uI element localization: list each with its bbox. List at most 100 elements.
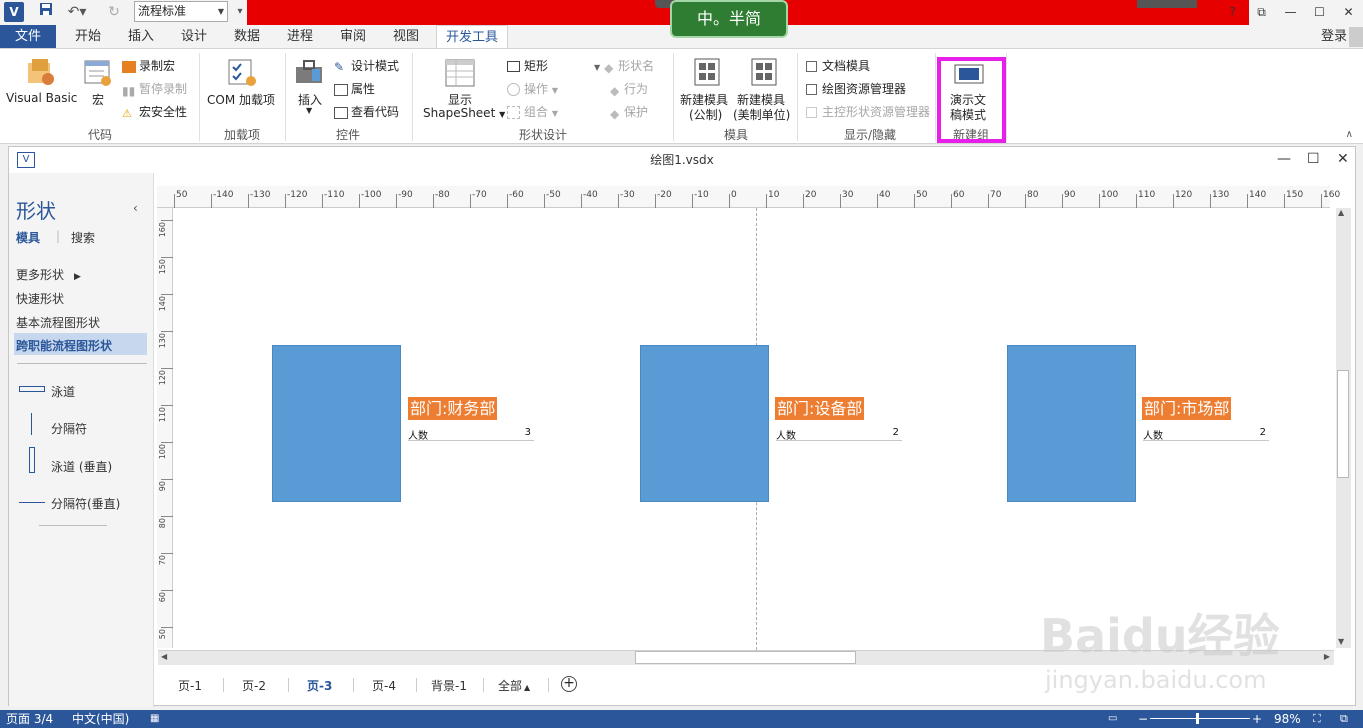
chevron-down-icon: ▼ <box>551 109 558 118</box>
horizontal-scroll-thumb[interactable] <box>635 651 856 664</box>
pause-icon: ▮▮ <box>122 83 136 98</box>
collapse-pane-icon[interactable]: ‹ <box>133 201 138 215</box>
tab-review[interactable]: 审阅 <box>331 25 375 49</box>
separator-icon <box>31 413 32 435</box>
ruler-tick-label: 20 <box>805 190 817 200</box>
shape-name-button[interactable]: ▼ ◆ 形状名 <box>594 57 654 75</box>
count-value: 2 <box>892 427 899 438</box>
add-page-icon[interactable]: + <box>561 676 577 692</box>
doc-close-button[interactable]: ✕ <box>1337 151 1349 167</box>
view-code-button[interactable]: 查看代码 <box>334 103 399 120</box>
record-macro-button[interactable]: 录制宏 <box>122 57 175 74</box>
scroll-up-icon[interactable]: ▲ <box>1338 208 1344 217</box>
all-pages-button[interactable]: 全部 ▲ <box>498 677 530 694</box>
group-shape-design-label: 形状设计 <box>518 128 567 142</box>
page-tab-4[interactable]: 页-4 <box>372 677 396 694</box>
tab-insert[interactable]: 插入 <box>119 25 163 49</box>
doc-stencil-checkbox[interactable]: 文档模具 <box>806 57 870 74</box>
doc-minimize-button[interactable]: — <box>1277 151 1291 167</box>
stencil-item-swimlane-vertical[interactable]: 泳道 (垂直) <box>51 458 112 475</box>
group-code-label: 代码 <box>87 128 112 142</box>
com-addins-button[interactable]: COM 加载项 <box>207 91 275 108</box>
help-button[interactable]: ? <box>1218 0 1247 25</box>
department-shape[interactable] <box>272 345 401 502</box>
chevron-up-icon: ▲ <box>524 683 531 692</box>
visio-app-icon[interactable]: V <box>4 2 24 22</box>
customize-quick-access-icon[interactable]: ▾ <box>233 2 247 22</box>
drawing-explorer-checkbox[interactable]: 绘图资源管理器 <box>806 80 906 97</box>
rectangle-button[interactable]: 矩形 <box>507 57 548 74</box>
pause-record-button[interactable]: ▮▮ 暂停录制 <box>122 80 187 98</box>
zoom-in-button[interactable]: + <box>1252 710 1262 728</box>
department-shape[interactable] <box>640 345 769 502</box>
tab-search[interactable]: 搜索 <box>71 229 95 246</box>
ruler-tick <box>285 194 286 208</box>
page-tab-3[interactable]: 页-3 <box>307 677 332 694</box>
tab-design[interactable]: 设计 <box>172 25 216 49</box>
tab-home[interactable]: 开始 <box>66 25 110 49</box>
more-shapes-item[interactable]: 更多形状 ▶ <box>16 266 81 283</box>
department-shape[interactable] <box>1007 345 1136 502</box>
macro-security-button[interactable]: ⚠ 宏安全性 <box>122 103 187 120</box>
zoom-slider-track[interactable] <box>1150 718 1250 719</box>
stencil-item-separator[interactable]: 分隔符 <box>51 420 87 437</box>
redo-icon[interactable]: ↻ <box>104 2 124 22</box>
zoom-out-button[interactable]: − <box>1138 710 1148 728</box>
group-icon <box>507 106 520 119</box>
page-indicator[interactable]: 页面 3/4 <box>6 710 53 728</box>
fit-page-icon[interactable]: ⛶ <box>1313 710 1321 728</box>
tab-data[interactable]: 数据 <box>225 25 269 49</box>
collapse-ribbon-icon[interactable]: ∧ <box>1346 129 1353 140</box>
protect-label: 保护 <box>624 105 649 119</box>
zoom-level[interactable]: 98% <box>1274 710 1301 728</box>
close-button[interactable]: ✕ <box>1334 0 1363 25</box>
operations-button[interactable]: 操作 ▼ <box>507 80 558 97</box>
cross-functional-item[interactable]: 跨职能流程图形状 <box>16 337 112 354</box>
ruler-tick-label: -120 <box>287 190 308 200</box>
tab-developer[interactable]: 开发工具 <box>436 25 508 49</box>
scroll-left-icon[interactable]: ◀ <box>161 652 167 661</box>
protect-button[interactable]: ◆ 保护 <box>610 103 649 121</box>
style-select[interactable]: 流程标准 ▼ <box>134 1 228 22</box>
master-explorer-checkbox[interactable]: 主控形状资源管理器 <box>806 103 930 120</box>
tab-stencils[interactable]: 模具 <box>16 229 40 246</box>
tab-file[interactable]: 文件 <box>0 25 56 49</box>
design-mode-button[interactable]: ✎ 设计模式 <box>334 57 399 74</box>
undo-icon[interactable]: ↶▾ <box>64 2 90 22</box>
doc-maximize-button[interactable]: ☐ <box>1307 151 1320 167</box>
basic-flowchart-item[interactable]: 基本流程图形状 <box>16 314 100 331</box>
quick-shapes-item[interactable]: 快速形状 <box>16 290 64 307</box>
tab-view[interactable]: 视图 <box>384 25 428 49</box>
behavior-button[interactable]: ◆ 行为 <box>610 80 648 98</box>
properties-button[interactable]: 属性 <box>334 80 375 97</box>
zoom-slider-thumb[interactable] <box>1196 713 1199 724</box>
presentation-view-icon[interactable]: ▭ <box>1108 710 1117 728</box>
watermark-logo: Baidu经验 <box>1040 609 1280 663</box>
tab-process[interactable]: 进程 <box>278 25 322 49</box>
stencil-item-separator-vertical[interactable]: 分隔符(垂直) <box>51 495 120 512</box>
macro-button[interactable]: 宏 <box>92 91 104 108</box>
page-tab-background-1[interactable]: 背景-1 <box>431 677 467 694</box>
ruler-tick-label: -70 <box>472 190 487 200</box>
switch-windows-icon[interactable]: ⧉ <box>1340 710 1348 728</box>
stencil-item-swimlane[interactable]: 泳道 <box>51 383 75 400</box>
ruler-tick-label: 100 <box>158 444 167 460</box>
page-tab-2[interactable]: 页-2 <box>242 677 266 694</box>
group-button[interactable]: 组合 ▼ <box>507 103 558 120</box>
page-tab-1[interactable]: 页-1 <box>178 677 202 694</box>
account-icon[interactable] <box>1349 27 1363 47</box>
maximize-button[interactable]: ☐ <box>1305 0 1334 25</box>
vertical-scroll-thumb[interactable] <box>1337 370 1349 478</box>
show-shapesheet-button[interactable]: ShapeSheet ▼ <box>423 106 505 120</box>
scroll-right-icon[interactable]: ▶ <box>1324 652 1330 661</box>
vertical-scrollbar[interactable]: ▲ ▼ <box>1336 208 1351 648</box>
ribbon-display-button[interactable]: ⧉ <box>1247 0 1276 25</box>
minimize-button[interactable]: — <box>1276 0 1305 25</box>
save-icon[interactable] <box>36 2 56 22</box>
macro-status-icon[interactable]: ▦ <box>150 710 159 728</box>
input-method-badge[interactable]: 中。半简 <box>670 0 788 38</box>
scroll-down-icon[interactable]: ▼ <box>1338 637 1344 646</box>
ruler-tick-label: -90 <box>398 190 413 200</box>
visual-basic-button[interactable]: Visual Basic <box>6 91 77 105</box>
login-link[interactable]: 登录 <box>1321 25 1347 49</box>
